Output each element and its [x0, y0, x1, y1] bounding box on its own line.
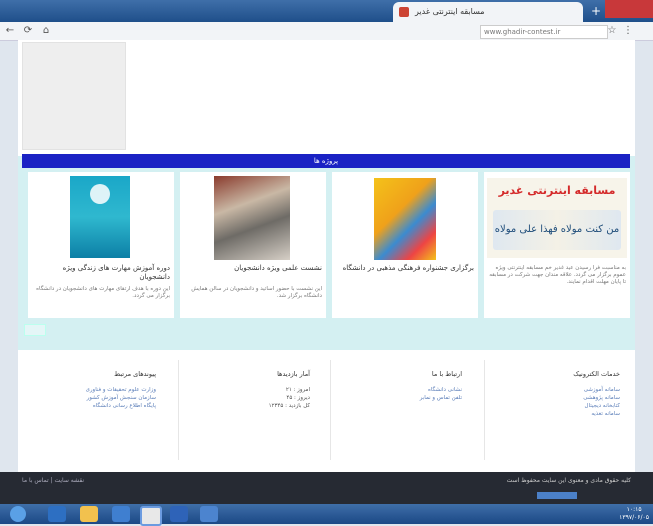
footer-column-heading: آمار بازدیدها — [277, 370, 310, 378]
copyright-text: کلیه حقوق مادی و معنوی این سایت محفوظ اس… — [506, 477, 631, 484]
media-icon[interactable] — [112, 506, 130, 522]
footer-stat: دیروز : ۴۵ — [286, 395, 310, 401]
card-image — [70, 176, 130, 258]
footer-stat: امروز : ۲۱ — [285, 387, 310, 393]
pagination-box[interactable] — [24, 324, 46, 336]
footer-link[interactable]: سامانه آموزشی — [500, 386, 620, 394]
card-title[interactable]: نشست علمی ویژه دانشجویان — [184, 264, 322, 273]
footer-link[interactable]: وزارت علوم تحقیقات و فناوری — [36, 386, 156, 394]
favicon-icon — [399, 7, 409, 17]
app-icon[interactable] — [200, 506, 218, 522]
new-tab-button[interactable]: + — [589, 4, 603, 18]
ie-icon[interactable] — [48, 506, 66, 522]
clock-date: ۱۳۹۷/۰۶/۰۵ — [619, 514, 649, 521]
footer-link[interactable]: نشانی دانشگاه — [342, 386, 462, 394]
footer-column: ارتباط با ما نشانی دانشگاه تلفن تماس و ن… — [342, 370, 462, 402]
card-image — [214, 176, 290, 260]
clock-time: ۱۰:۱۵ — [626, 506, 642, 513]
footer-stat: کل بازدید : ۱۲۳۴۵ — [268, 403, 310, 409]
word-icon[interactable] — [170, 506, 188, 522]
footer-column-heading: ارتباط با ما — [431, 370, 462, 378]
tab-title: مسابقه اینترنتی غدیر — [415, 7, 485, 16]
news-card[interactable]: نشست علمی ویژه دانشجویان این نشست با حضو… — [180, 172, 326, 318]
system-clock[interactable]: ۱۰:۱۵ ۱۳۹۷/۰۶/۰۵ — [619, 506, 649, 522]
footer-badge[interactable] — [537, 492, 577, 499]
card-image-logo-icon — [90, 184, 110, 204]
footer-divider — [178, 360, 179, 460]
card-description: به مناسبت فرا رسیدن عید غدیر خم مسابقه ا… — [489, 265, 626, 285]
card-description: این دوره با هدف ارتقای مهارت های دانشجوی… — [36, 286, 170, 299]
settings-icon[interactable]: ⋮ — [622, 24, 634, 38]
home-icon[interactable]: ⌂ — [40, 24, 52, 38]
start-button-icon[interactable] — [10, 506, 26, 522]
card-image-calligraphy: من کنت مولاه فهذا علی مولاه — [493, 210, 621, 250]
footer-link[interactable]: سامانه پژوهشی — [500, 394, 620, 402]
news-card[interactable]: برگزاری جشنواره فرهنگی مذهبی در دانشگاه — [332, 172, 478, 318]
section-header-bar: پروژه ها — [22, 154, 630, 168]
footer-link[interactable]: سازمان سنجش آموزش کشور — [36, 394, 156, 402]
footer-link[interactable]: سامانه تغذیه — [500, 410, 620, 418]
card-image-title: مسابقه اینترنتی غدیر — [498, 184, 616, 197]
footer-column: خدمات الکترونیک سامانه آموزشی سامانه پژو… — [500, 370, 620, 418]
card-image: مسابقه اینترنتی غدیر من کنت مولاه فهذا ع… — [487, 178, 627, 258]
window-close-button[interactable] — [605, 0, 653, 18]
card-title[interactable]: دوره آموزش مهارت های زندگی ویژه دانشجویا… — [32, 264, 170, 282]
url-bar[interactable]: www.ghadir-contest.ir — [480, 25, 608, 39]
folder-icon[interactable] — [80, 506, 98, 522]
footer-divider — [484, 360, 485, 460]
footer-column: آمار بازدیدها امروز : ۲۱ دیروز : ۴۵ کل ب… — [190, 370, 310, 410]
card-image — [374, 178, 436, 260]
footer-column-heading: پیوندهای مرتبط — [114, 370, 156, 378]
footer-link[interactable]: کتابخانه دیجیتال — [500, 402, 620, 410]
footer-link[interactable]: تلفن تماس و نمابر — [342, 394, 462, 402]
card-title[interactable]: برگزاری جشنواره فرهنگی مذهبی در دانشگاه — [336, 264, 474, 273]
news-card[interactable]: مسابقه اینترنتی غدیر من کنت مولاه فهذا ع… — [484, 172, 630, 318]
refresh-icon[interactable]: ⟳ — [22, 24, 34, 38]
footer-divider — [330, 360, 331, 460]
card-description: این نشست با حضور اساتید و دانشجویان در س… — [191, 286, 322, 299]
footer-link[interactable]: پایگاه اطلاع رسانی دانشگاه — [36, 402, 156, 410]
footer-bottom-links[interactable]: نقشه سایت | تماس با ما — [22, 477, 84, 484]
star-icon[interactable]: ☆ — [606, 24, 618, 38]
news-card[interactable]: دوره آموزش مهارت های زندگی ویژه دانشجویا… — [28, 172, 174, 318]
image-placeholder — [22, 42, 126, 150]
chrome-icon[interactable] — [140, 506, 162, 526]
browser-tab-active[interactable]: مسابقه اینترنتی غدیر — [393, 2, 583, 22]
footer-column: پیوندهای مرتبط وزارت علوم تحقیقات و فناو… — [36, 370, 156, 410]
back-arrow-icon[interactable]: ← — [4, 24, 16, 38]
footer-column-heading: خدمات الکترونیک — [573, 370, 620, 378]
